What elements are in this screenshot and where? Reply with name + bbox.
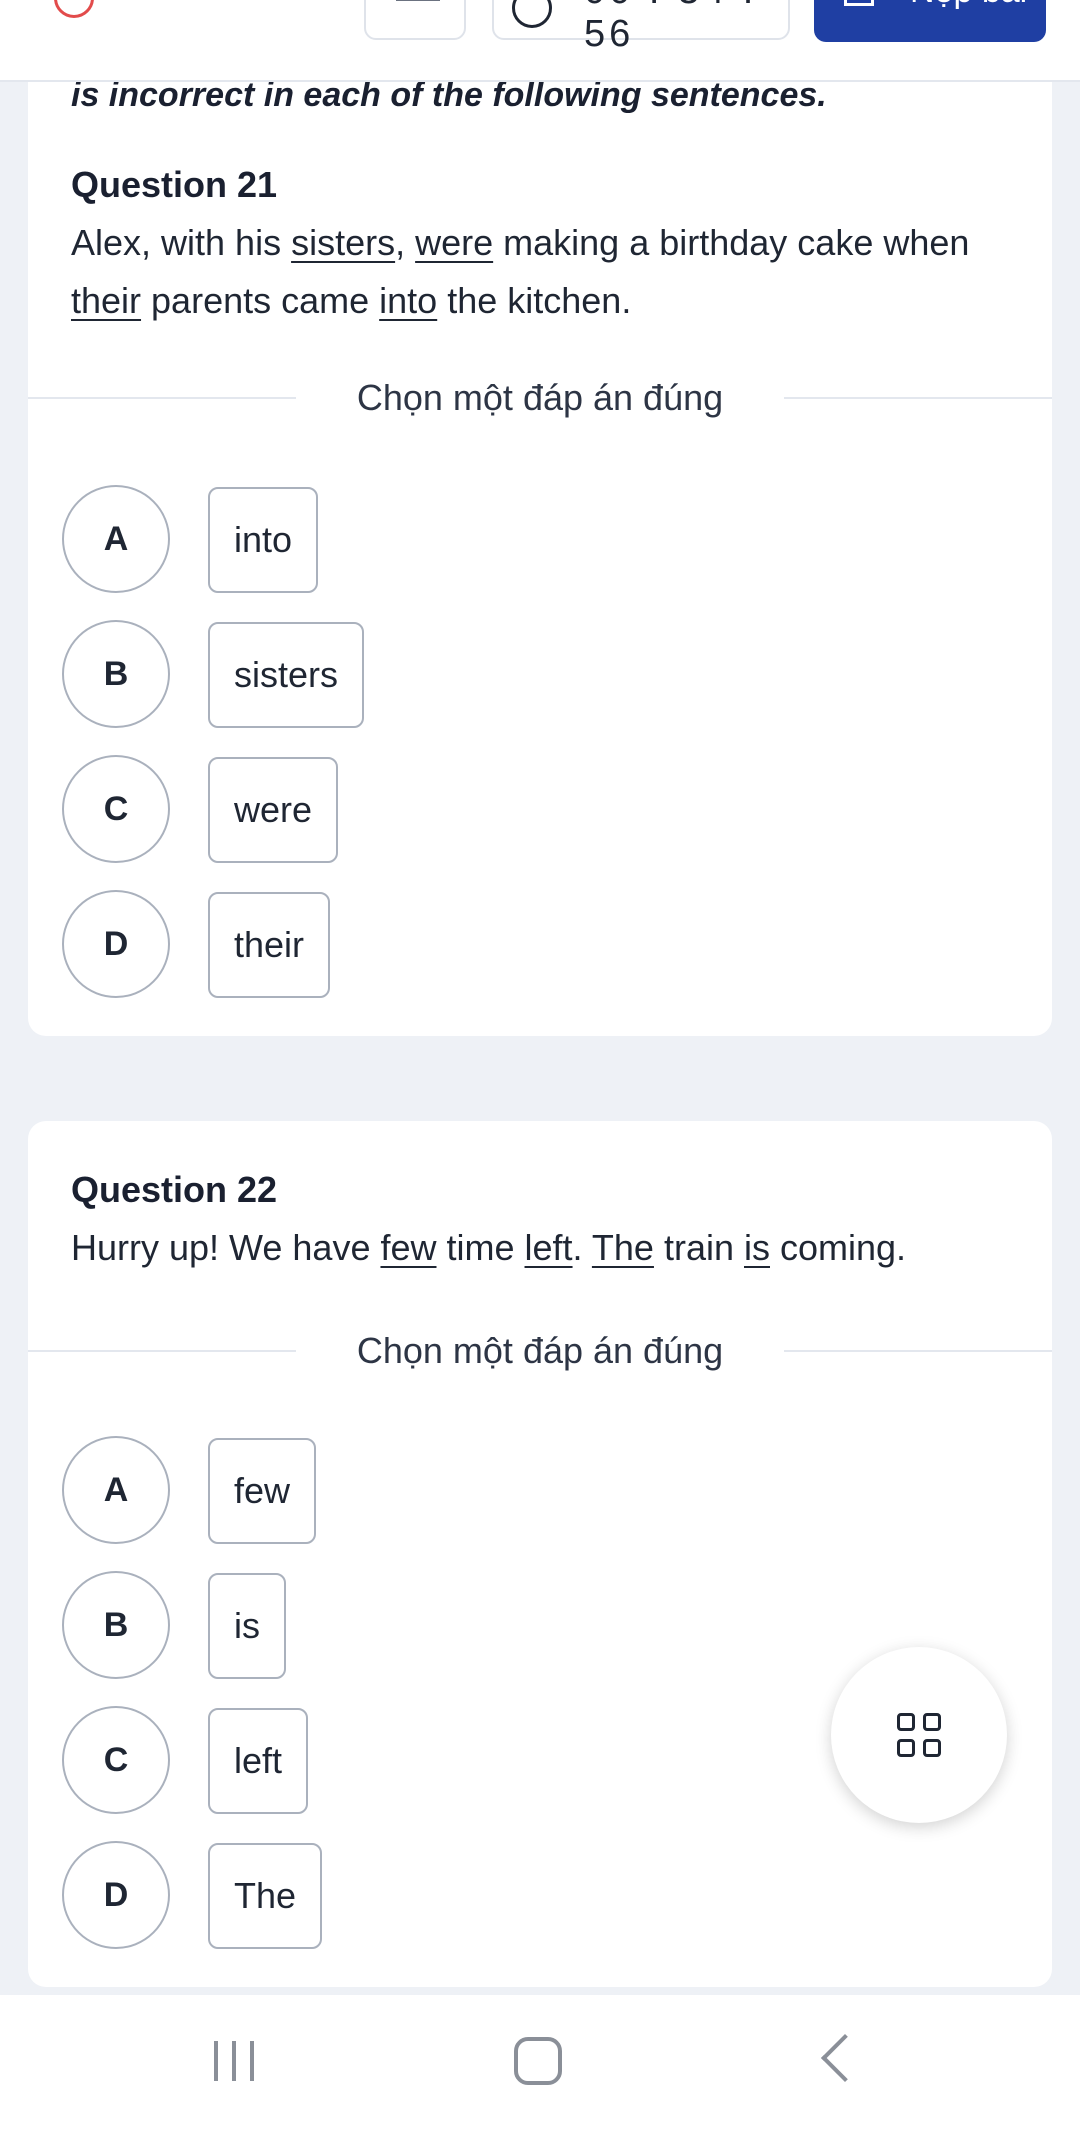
underlined-word: is — [744, 1227, 770, 1268]
system-nav-bar — [0, 1995, 1080, 2129]
question-text: Alex, with his sisters, were making a bi… — [71, 222, 970, 321]
option-letter[interactable]: C — [62, 1706, 170, 1814]
edit-icon — [844, 0, 874, 6]
close-icon[interactable] — [54, 0, 94, 18]
choose-divider: Chọn một đáp án đúng — [28, 1330, 1052, 1371]
top-bar: 00 : 34 : 56 Nộp bài — [0, 0, 1080, 82]
question-text: Hurry up! We have few time left. The tra… — [71, 1227, 907, 1268]
menu-icon-line — [396, 0, 440, 1]
underlined-word: sisters — [291, 222, 396, 263]
back-icon[interactable] — [820, 2033, 870, 2083]
home-icon[interactable] — [514, 2037, 562, 2085]
timer-text: 00 : 34 : 56 — [584, 0, 753, 55]
option-letter[interactable]: A — [62, 1436, 170, 1544]
question-title: Question 22 — [71, 1169, 278, 1210]
clock-icon — [512, 0, 552, 28]
underlined-word: into — [379, 280, 438, 321]
option-answer[interactable]: their — [208, 892, 331, 998]
submit-button[interactable]: Nộp bài — [814, 0, 1046, 42]
underlined-word: The — [591, 1227, 654, 1268]
underlined-word: their — [71, 280, 142, 321]
option-answer[interactable]: is — [208, 1573, 286, 1679]
underlined-word: left — [524, 1227, 573, 1268]
option-answer[interactable]: into — [208, 487, 319, 593]
question-card-21: is incorrect in each of the following se… — [28, 40, 1052, 1036]
option-letter[interactable]: B — [62, 620, 170, 728]
choose-label: Chọn một đáp án đúng — [356, 1330, 724, 1371]
option-letter[interactable]: D — [62, 890, 170, 998]
option-letter[interactable]: B — [62, 1571, 170, 1679]
option-answer[interactable]: The — [208, 1843, 323, 1949]
question-card-22: Question 22 Hurry up! We have few time l… — [28, 1121, 1052, 1987]
option-answer[interactable]: were — [208, 757, 339, 863]
submit-label: Nộp bài — [910, 0, 1027, 11]
underlined-word: were — [415, 222, 494, 263]
recents-icon[interactable] — [214, 2041, 258, 2081]
option-letter[interactable]: D — [62, 1841, 170, 1949]
option-letter[interactable]: A — [62, 485, 170, 593]
option-answer[interactable]: few — [208, 1438, 317, 1544]
choose-label: Chọn một đáp án đúng — [356, 377, 724, 418]
question-title: Question 21 — [71, 164, 278, 205]
option-answer[interactable]: sisters — [208, 622, 365, 728]
question-grid-button[interactable] — [831, 1647, 1007, 1823]
option-answer[interactable]: left — [208, 1708, 309, 1814]
question-list-button[interactable] — [364, 0, 466, 40]
underlined-word: few — [380, 1227, 437, 1268]
option-letter[interactable]: C — [62, 755, 170, 863]
choose-divider: Chọn một đáp án đúng — [28, 377, 1052, 418]
timer: 00 : 34 : 56 — [492, 0, 790, 55]
